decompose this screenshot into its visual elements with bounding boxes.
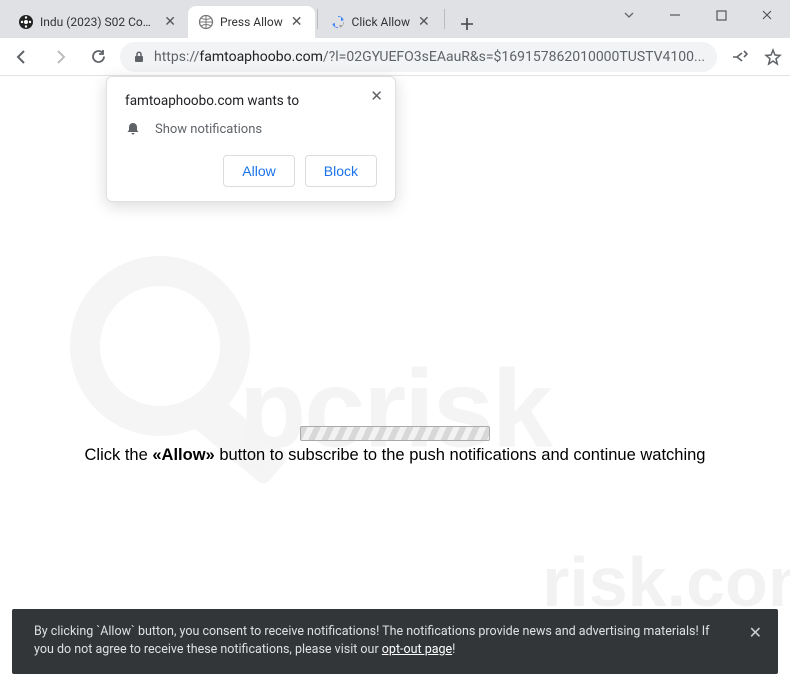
address-bar[interactable]: https://famtoaphoobo.com/?l=02GYUEFO3sEA… [120, 42, 717, 72]
browser-toolbar: https://famtoaphoobo.com/?l=02GYUEFO3sEA… [0, 38, 790, 76]
close-icon[interactable]: ✕ [162, 14, 178, 30]
reload-button[interactable] [84, 43, 112, 71]
back-button[interactable] [8, 43, 36, 71]
allow-button[interactable]: Allow [223, 155, 294, 187]
block-button[interactable]: Block [305, 155, 377, 187]
nav-buttons [8, 43, 112, 71]
close-icon[interactable]: ✕ [370, 87, 383, 105]
close-icon[interactable]: ✕ [289, 14, 305, 30]
tab-separator [444, 9, 445, 29]
toolbar-right [725, 43, 790, 71]
browser-titlebar: Indu (2023) S02 Complet ✕ Press Allow ✕ … [0, 0, 790, 38]
tab-title: Click Allow [352, 15, 411, 29]
bookmark-icon[interactable] [759, 43, 787, 71]
permission-option-label: Show notifications [155, 122, 262, 137]
notification-permission-dialog: ✕ famtoaphoobo.com wants to Show notific… [106, 76, 396, 202]
window-controls [606, 0, 790, 30]
share-icon[interactable] [725, 43, 753, 71]
recaptcha-icon [330, 14, 346, 30]
tab-1[interactable]: Indu (2023) S02 Complet ✕ [8, 6, 188, 38]
maximize-button[interactable] [698, 0, 744, 30]
new-tab-button[interactable] [453, 10, 481, 38]
bell-icon [125, 121, 141, 137]
permission-option: Show notifications [125, 121, 377, 137]
url-text: https://famtoaphoobo.com/?l=02GYUEFO3sEA… [154, 49, 705, 65]
watermark-lens [70, 256, 250, 436]
tab-title: Indu (2023) S02 Complet [40, 15, 156, 29]
tab-3[interactable]: Click Allow ✕ [320, 6, 442, 38]
globe-icon [198, 14, 214, 30]
film-icon [18, 14, 34, 30]
close-icon[interactable]: ✕ [749, 621, 762, 645]
consent-banner: By clicking `Allow` button, you consent … [12, 609, 778, 675]
tab-title: Press Allow [220, 15, 283, 29]
dropdown-icon[interactable] [606, 0, 652, 30]
lock-icon [132, 50, 146, 64]
instruction-text: Click the «Allow» button to subscribe to… [0, 446, 790, 465]
opt-out-link[interactable]: opt-out page [382, 642, 452, 657]
tab-2[interactable]: Press Allow ✕ [188, 6, 315, 38]
permission-title: famtoaphoobo.com wants to [125, 93, 377, 109]
consent-text: By clicking `Allow` button, you consent … [34, 624, 710, 658]
loading-bar [300, 426, 490, 441]
permission-actions: Allow Block [125, 155, 377, 187]
minimize-button[interactable] [652, 0, 698, 30]
close-window-button[interactable] [744, 0, 790, 30]
tab-separator [317, 9, 318, 29]
close-icon[interactable]: ✕ [416, 14, 432, 30]
forward-button[interactable] [46, 43, 74, 71]
